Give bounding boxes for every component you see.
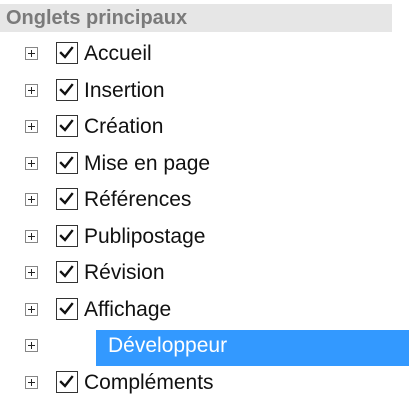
checkmark-icon: [59, 82, 74, 96]
tab-label: Accueil: [84, 42, 152, 65]
tab-tree-item[interactable]: Révision: [0, 257, 392, 294]
expand-plus-icon[interactable]: [25, 193, 38, 206]
tab-checkbox[interactable]: [56, 334, 78, 356]
tab-checkbox[interactable]: [56, 297, 78, 320]
checkmark-icon: [59, 192, 74, 205]
checkmark-icon: [59, 374, 74, 388]
tabs-tree-list[interactable]: Accueil Insertion Création Mise en page Réfé…: [0, 38, 409, 394]
expand-plus-icon[interactable]: [25, 375, 38, 389]
tab-checkbox[interactable]: [56, 115, 78, 137]
main-tabs-panel: Onglets principaux Accueil Insertion Créat…: [0, 0, 409, 394]
tab-checkbox[interactable]: [56, 261, 78, 283]
tab-checkbox[interactable]: [56, 188, 78, 210]
checkmark-icon: [59, 265, 74, 278]
tab-label: Affichage: [84, 297, 172, 321]
tab-tree-item[interactable]: Développeur: [0, 330, 409, 367]
tab-tree-item[interactable]: Insertion: [0, 75, 392, 112]
expand-plus-icon[interactable]: [25, 83, 38, 97]
expand-plus-icon[interactable]: [25, 266, 38, 279]
checkmark-icon: [59, 155, 74, 169]
tab-label: Développeur: [108, 334, 228, 357]
tab-checkbox[interactable]: [56, 42, 78, 64]
expand-plus-icon[interactable]: [25, 120, 38, 133]
tab-label: Références: [84, 188, 192, 211]
expand-plus-icon[interactable]: [25, 156, 38, 170]
tab-label: Publipostage: [84, 224, 206, 248]
expand-plus-icon[interactable]: [25, 47, 38, 60]
checkmark-icon: [59, 228, 74, 242]
expand-plus-icon[interactable]: [25, 229, 38, 243]
tab-tree-item[interactable]: Compléments: [0, 367, 392, 394]
tab-label: Mise en page: [84, 151, 211, 175]
tab-checkbox[interactable]: [56, 370, 78, 393]
tab-label: Compléments: [84, 370, 214, 394]
checkmark-icon: [59, 119, 74, 132]
panel-header: Onglets principaux: [0, 4, 392, 32]
checkmark-icon: [59, 301, 74, 315]
tab-tree-item[interactable]: Création: [0, 111, 392, 148]
tab-checkbox[interactable]: [56, 151, 78, 174]
tab-checkbox[interactable]: [56, 78, 78, 101]
tab-tree-item[interactable]: Accueil: [0, 38, 392, 75]
tab-tree-item[interactable]: Mise en page: [0, 148, 392, 185]
tab-checkbox[interactable]: [56, 224, 78, 247]
expand-plus-icon[interactable]: [25, 302, 38, 316]
expand-plus-icon[interactable]: [25, 339, 38, 352]
tab-tree-item[interactable]: Affichage: [0, 294, 392, 331]
checkmark-icon: [59, 46, 74, 59]
tab-label: Création: [84, 115, 164, 138]
tab-label: Insertion: [84, 78, 165, 102]
tab-tree-item[interactable]: Références: [0, 184, 392, 221]
tab-label: Révision: [84, 261, 165, 284]
tab-tree-item[interactable]: Publipostage: [0, 221, 392, 258]
